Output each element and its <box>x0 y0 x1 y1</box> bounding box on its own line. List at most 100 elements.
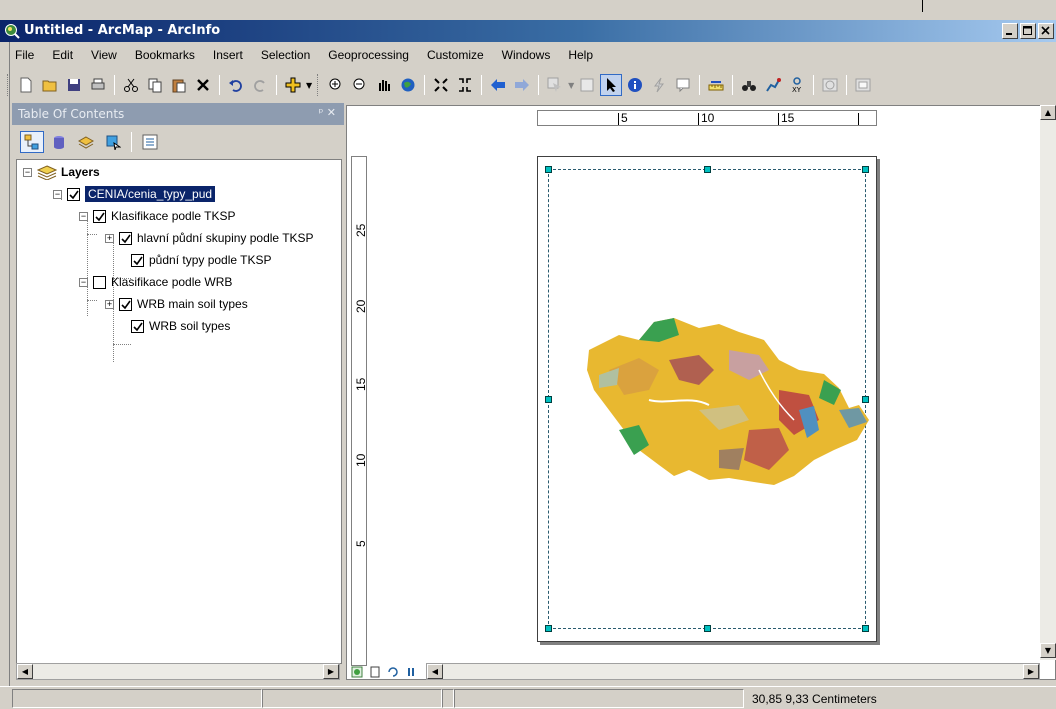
list-by-drawing-order-tab[interactable] <box>20 131 44 153</box>
menu-edit[interactable]: Edit <box>43 48 82 62</box>
group-visibility-checkbox-unchecked[interactable] <box>93 275 106 289</box>
resize-handle-w[interactable] <box>545 396 552 403</box>
menu-geoprocessing[interactable]: Geoprocessing <box>319 48 418 62</box>
toolbar-grip-tools[interactable] <box>317 74 320 96</box>
layer-row-hlavni[interactable]: + hlavní půdní skupiny podle TKSP <box>105 228 314 248</box>
expand-hlavni-icon[interactable]: + <box>105 233 114 243</box>
layout-view[interactable]: 5 10 15 25 20 15 10 5 <box>346 105 1056 680</box>
layer-visibility-checkbox[interactable] <box>119 297 132 311</box>
identify-button[interactable] <box>624 74 646 96</box>
go-to-xy-icon: XY <box>792 77 802 93</box>
full-extent-button[interactable] <box>397 74 419 96</box>
menu-insert[interactable]: Insert <box>204 48 252 62</box>
layout-view-button[interactable] <box>368 665 382 679</box>
menu-help[interactable]: Help <box>559 48 602 62</box>
collapse-cenia-icon[interactable]: − <box>53 189 62 199</box>
scroll-right-arrow[interactable]: ▶ <box>323 664 339 679</box>
resize-handle-n[interactable] <box>704 166 711 173</box>
select-dropdown-icon[interactable]: ▼ <box>568 81 574 90</box>
toc-pin-close-controls[interactable]: ᵖ ✕ <box>319 106 336 119</box>
scroll-up-arrow[interactable]: ▲ <box>1040 105 1056 120</box>
find-button[interactable] <box>738 74 760 96</box>
scroll-right-arrow[interactable]: ▶ <box>1023 664 1039 679</box>
select-features-button[interactable] <box>544 74 566 96</box>
paste-button[interactable] <box>168 74 190 96</box>
menu-view[interactable]: View <box>82 48 126 62</box>
create-viewer-button[interactable] <box>852 74 874 96</box>
layer-visibility-checkbox[interactable] <box>67 187 80 201</box>
group-visibility-checkbox[interactable] <box>93 209 106 223</box>
collapse-layers-icon[interactable]: − <box>23 167 32 177</box>
zoom-in-button[interactable] <box>325 74 347 96</box>
measure-button[interactable] <box>705 74 727 96</box>
minimize-button[interactable] <box>1002 23 1018 39</box>
menu-customize[interactable]: Customize <box>418 48 493 62</box>
back-extent-button[interactable] <box>487 74 509 96</box>
go-to-xy-button[interactable]: XY <box>786 74 808 96</box>
resize-handle-ne[interactable] <box>862 166 869 173</box>
hyperlink-button[interactable] <box>648 74 670 96</box>
clear-selection-button[interactable] <box>576 74 598 96</box>
save-button[interactable] <box>63 74 85 96</box>
select-elements-button[interactable] <box>600 74 623 96</box>
layout-horizontal-scrollbar[interactable]: ◀ ▶ <box>426 663 1040 680</box>
group-row-tksp[interactable]: − Klasifikace podle TKSP <box>79 206 236 226</box>
list-by-selection-tab[interactable] <box>101 131 125 153</box>
new-document-button[interactable] <box>15 74 37 96</box>
copy-button[interactable] <box>144 74 166 96</box>
menu-windows[interactable]: Windows <box>493 48 560 62</box>
scroll-left-arrow[interactable]: ◀ <box>427 664 443 679</box>
layer-visibility-checkbox[interactable] <box>131 253 144 267</box>
layer-row-pudni-typy[interactable]: půdní typy podle TKSP <box>131 250 272 270</box>
open-button[interactable] <box>39 74 61 96</box>
menu-file[interactable]: File <box>6 48 43 62</box>
cut-button[interactable] <box>120 74 142 96</box>
layer-visibility-checkbox[interactable] <box>131 319 144 333</box>
layer-row-wrb-main[interactable]: + WRB main soil types <box>105 294 248 314</box>
toolbar-grip[interactable] <box>7 74 10 96</box>
scroll-down-arrow[interactable]: ▼ <box>1040 643 1056 658</box>
data-frame[interactable] <box>545 166 869 632</box>
data-view-button[interactable] <box>350 665 364 679</box>
resize-handle-nw[interactable] <box>545 166 552 173</box>
time-slider-button[interactable] <box>819 74 841 96</box>
expand-wrb-main-icon[interactable]: + <box>105 299 114 309</box>
resize-handle-se[interactable] <box>862 625 869 632</box>
toc-options-tab[interactable] <box>138 131 162 153</box>
maximize-button[interactable] <box>1020 23 1036 39</box>
list-by-visibility-tab[interactable] <box>74 131 98 153</box>
list-by-source-tab[interactable] <box>47 131 71 153</box>
layer-row-cenia[interactable]: − CENIA/cenia_typy_pud <box>53 184 217 204</box>
resize-handle-sw[interactable] <box>545 625 552 632</box>
save-icon <box>68 79 80 91</box>
scroll-left-arrow[interactable]: ◀ <box>17 664 33 679</box>
redo-button[interactable] <box>249 74 271 96</box>
forward-extent-button[interactable] <box>511 74 533 96</box>
layout-page[interactable] <box>537 156 877 642</box>
print-button[interactable] <box>87 74 109 96</box>
layer-visibility-checkbox[interactable] <box>119 231 132 245</box>
refresh-button[interactable] <box>386 665 400 679</box>
collapse-wrb-icon[interactable]: − <box>79 277 88 287</box>
layer-row-wrb-soil[interactable]: WRB soil types <box>131 316 230 336</box>
undo-button[interactable] <box>225 74 247 96</box>
collapse-tksp-icon[interactable]: − <box>79 211 88 221</box>
menu-selection[interactable]: Selection <box>252 48 319 62</box>
fixed-zoom-in-button[interactable] <box>430 74 452 96</box>
zoom-out-button[interactable] <box>349 74 371 96</box>
layout-vertical-scrollbar[interactable]: ▲ ▼ <box>1040 105 1056 660</box>
resize-handle-s[interactable] <box>704 625 711 632</box>
close-button[interactable] <box>1038 23 1054 39</box>
group-row-wrb[interactable]: − Klasifikace podle WRB <box>79 272 232 292</box>
html-popup-button[interactable] <box>672 74 694 96</box>
pan-button[interactable] <box>373 74 395 96</box>
find-route-button[interactable] <box>762 74 784 96</box>
delete-button[interactable] <box>192 74 214 96</box>
menu-bookmarks[interactable]: Bookmarks <box>126 48 204 62</box>
fixed-zoom-out-button[interactable] <box>454 74 476 96</box>
layers-root-row[interactable]: − Layers <box>23 162 100 182</box>
pause-drawing-button[interactable] <box>404 665 418 679</box>
toc-horizontal-scrollbar[interactable]: ◀ ▶ <box>16 663 340 680</box>
add-data-button[interactable] <box>282 74 304 96</box>
add-data-dropdown-icon[interactable]: ▼ <box>306 81 312 90</box>
